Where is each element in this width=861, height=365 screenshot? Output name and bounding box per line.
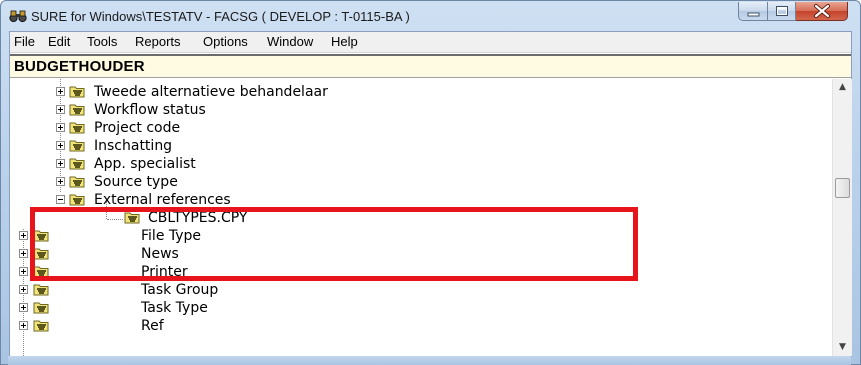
expand-icon[interactable] <box>56 159 65 168</box>
folder-icon <box>33 320 49 332</box>
tree-node-label: Ref <box>141 318 164 334</box>
folder-icon <box>69 140 85 152</box>
tree-node-label: Tweede alternatieve behandelaar <box>94 84 328 100</box>
maximize-button[interactable] <box>768 2 796 21</box>
close-button[interactable] <box>796 2 848 21</box>
menu-help[interactable]: Help <box>331 34 358 49</box>
expand-icon[interactable] <box>56 177 65 186</box>
expand-icon[interactable] <box>19 285 28 294</box>
menu-window[interactable]: Window <box>267 34 313 49</box>
section-header: BUDGETHOUDER <box>10 54 851 78</box>
tree-node-label: Workflow status <box>94 102 206 118</box>
maximize-icon <box>776 6 788 16</box>
folder-icon <box>69 176 85 188</box>
window-frame-bottom <box>8 356 851 365</box>
binoculars-icon <box>9 10 27 23</box>
minimize-icon <box>747 12 760 17</box>
menu-reports[interactable]: Reports <box>135 34 181 49</box>
expand-icon[interactable] <box>56 105 65 114</box>
expand-icon[interactable] <box>19 267 28 276</box>
close-icon <box>814 4 830 18</box>
expand-icon[interactable] <box>56 87 65 96</box>
title-bar[interactable]: SURE for Windows\TESTATV - FACSG ( DEVEL… <box>1 1 860 31</box>
expand-icon[interactable] <box>56 123 65 132</box>
menu-edit[interactable]: Edit <box>48 34 70 49</box>
scroll-down-icon[interactable]: ▼ <box>833 339 852 356</box>
tree-node-label: Project code <box>94 120 181 136</box>
menu-file[interactable]: File <box>14 34 35 49</box>
folder-icon <box>69 86 85 98</box>
tree-node-label: Inschatting <box>94 138 173 154</box>
tree-node-label: Source type <box>94 174 178 190</box>
folder-icon <box>69 122 85 134</box>
expand-icon[interactable] <box>19 321 28 330</box>
expand-icon[interactable] <box>19 231 28 240</box>
client-area: File Edit Tools Reports Options Window H… <box>9 31 852 357</box>
tree-node-label: Task Type <box>141 300 208 316</box>
expand-icon[interactable] <box>19 249 28 258</box>
section-title: BUDGETHOUDER <box>14 58 145 75</box>
vertical-scrollbar[interactable]: ▲ ▼ <box>832 79 852 356</box>
folder-icon <box>33 284 49 296</box>
application-window: SURE for Windows\TESTATV - FACSG ( DEVEL… <box>0 0 861 365</box>
tree-node-label: Task Group <box>141 282 219 298</box>
menu-bar: File Edit Tools Reports Options Window H… <box>10 32 851 53</box>
menu-options[interactable]: Options <box>203 34 248 49</box>
annotation-highlight-box <box>30 207 638 281</box>
folder-icon <box>69 194 85 206</box>
folder-icon <box>69 104 85 116</box>
tree-node-label: App. specialist <box>94 156 196 172</box>
folder-icon <box>69 158 85 170</box>
collapse-icon[interactable] <box>56 195 65 204</box>
window-title: SURE for Windows\TESTATV - FACSG ( DEVEL… <box>31 9 410 24</box>
minimize-button[interactable] <box>738 2 768 21</box>
scroll-up-icon[interactable]: ▲ <box>833 79 852 96</box>
menu-tools[interactable]: Tools <box>87 34 117 49</box>
expand-icon[interactable] <box>56 141 65 150</box>
expand-icon[interactable] <box>19 303 28 312</box>
scroll-thumb[interactable] <box>835 178 850 198</box>
folder-icon <box>33 302 49 314</box>
